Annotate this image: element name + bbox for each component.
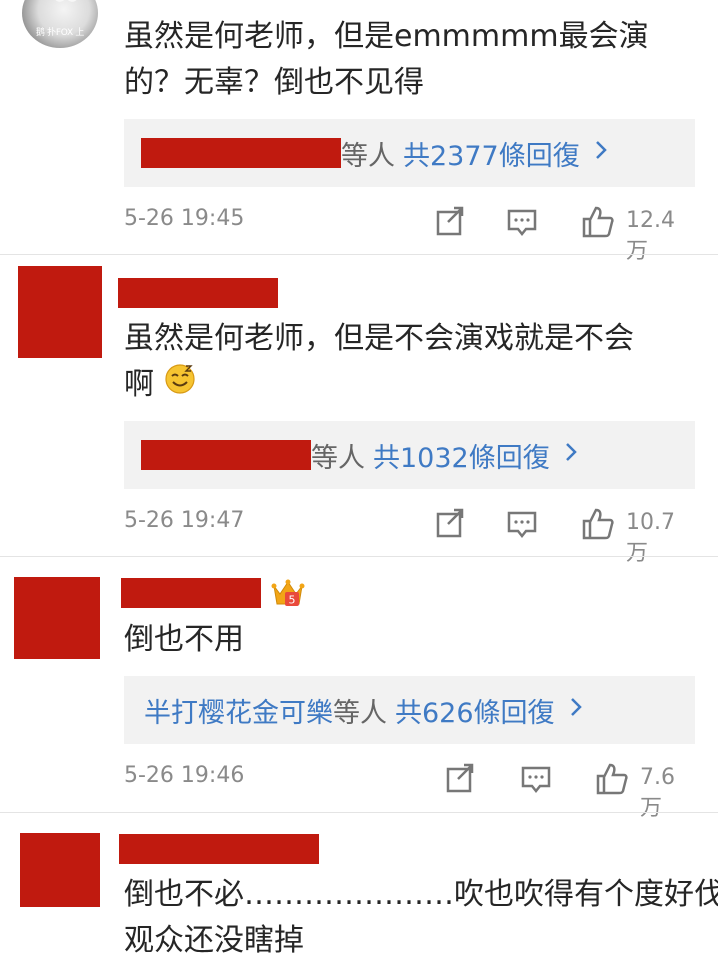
replies-count: 共626條回復 xyxy=(395,697,555,729)
comment-text-line: 倒也不用 xyxy=(124,622,244,657)
thumbs-up-icon[interactable] xyxy=(578,504,618,544)
comment-text: 倒也不必…………………吹也吹得有个度好伐 观众还没瞎掉 xyxy=(124,872,718,964)
thumbs-up-icon[interactable] xyxy=(592,759,632,799)
chevron-right-icon xyxy=(594,139,608,167)
redacted-username xyxy=(141,440,311,470)
avatar[interactable] xyxy=(14,577,100,659)
timestamp: 5-26 19:45 xyxy=(124,206,245,231)
avatar-watermark: 鹅 扑FOX 上 xyxy=(35,28,85,38)
divider xyxy=(0,812,718,813)
redacted-username xyxy=(141,138,341,168)
replies-preview[interactable]: 半打樱花金可樂 等人 共626條回復 xyxy=(124,676,695,744)
comment-text: 虽然是何老师，但是不会演戏就是不会 啊 xyxy=(124,316,694,409)
avatar[interactable] xyxy=(20,833,100,907)
replies-others-label: 等人 xyxy=(333,697,387,729)
replies-first-user[interactable]: 半打樱花金可樂 xyxy=(144,691,333,730)
comment-icon[interactable] xyxy=(502,202,542,242)
redacted-username[interactable] xyxy=(118,278,278,308)
badge-level: 5 xyxy=(289,594,296,607)
replies-others-label: 等人 xyxy=(311,442,365,474)
comment-meta: 5-26 19:45 12.4万 xyxy=(124,202,696,264)
comment-meta: 5-26 19:46 7.6万 xyxy=(124,759,696,821)
replies-count: 共1032條回復 xyxy=(373,442,550,474)
chevron-right-icon xyxy=(564,441,578,469)
redacted-username[interactable] xyxy=(119,834,319,864)
redacted-username[interactable] xyxy=(121,578,261,608)
timestamp: 5-26 19:46 xyxy=(124,763,245,788)
comment-icon[interactable] xyxy=(516,759,556,799)
share-icon[interactable] xyxy=(430,504,470,544)
comment-text-line: 的？无辜？倒也不见得 xyxy=(124,65,424,100)
comment-text: 倒也不用 xyxy=(124,617,694,663)
avatar[interactable] xyxy=(18,266,102,358)
replies-others-label: 等人 xyxy=(341,140,395,172)
divider xyxy=(0,254,718,255)
comment-text: 虽然是何老师，但是emmmmm最会演 的？无辜？倒也不见得 xyxy=(124,14,694,106)
crown-badge-icon: 5 xyxy=(271,578,305,614)
like-count: 7.6万 xyxy=(640,765,675,821)
divider xyxy=(0,556,718,557)
replies-preview[interactable]: 等人 共1032條回復 xyxy=(124,421,695,489)
comment-text-line: 啊 xyxy=(124,362,694,409)
share-icon[interactable] xyxy=(430,202,470,242)
share-icon[interactable] xyxy=(440,759,480,799)
comment-text-line: 虽然是何老师，但是emmmmm最会演 xyxy=(124,19,649,54)
comment-meta: 5-26 19:47 10.7万 xyxy=(124,504,696,566)
chevron-right-icon xyxy=(569,696,583,724)
timestamp: 5-26 19:47 xyxy=(124,508,245,533)
thumbs-up-icon[interactable] xyxy=(578,202,618,242)
comment-text-line: 观众还没瞎掉 xyxy=(124,923,304,958)
comment-icon[interactable] xyxy=(502,504,542,544)
avatar[interactable]: 鹅 扑FOX 上 xyxy=(22,0,98,48)
like-count: 10.7万 xyxy=(626,510,675,566)
sleepy-smile-emoji xyxy=(164,363,196,409)
comment-text-line: 虽然是何老师，但是不会演戏就是不会 xyxy=(124,321,634,356)
replies-count: 共2377條回復 xyxy=(403,140,580,172)
comment-text-line: 倒也不必…………………吹也吹得有个度好伐 xyxy=(124,877,718,912)
replies-preview[interactable]: 等人 共2377條回復 xyxy=(124,119,695,187)
like-count: 12.4万 xyxy=(626,208,675,264)
